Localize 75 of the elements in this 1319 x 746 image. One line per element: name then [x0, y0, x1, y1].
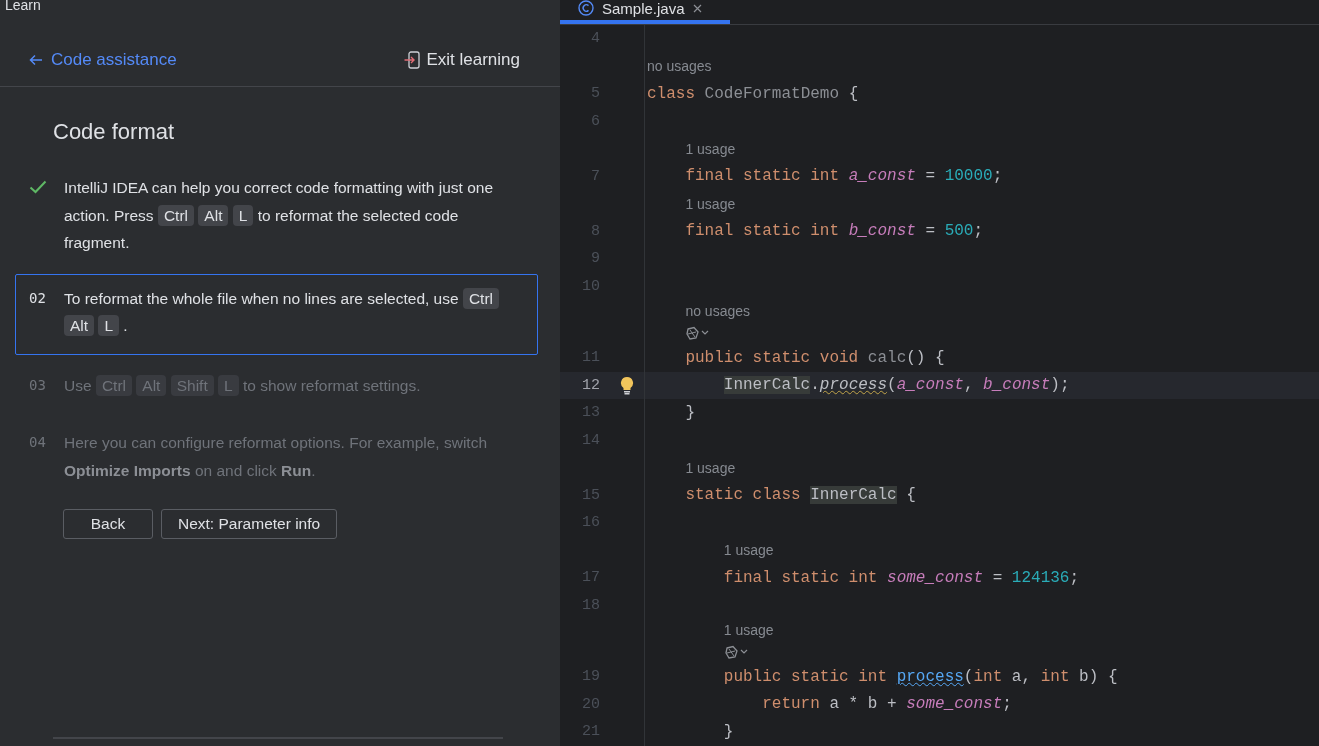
code-text: () { — [906, 348, 945, 367]
ai-assistant-dropdown-icon[interactable] — [723, 645, 748, 659]
code-text: ; — [1002, 695, 1012, 714]
code-number: 10000 — [944, 167, 993, 186]
code-field: some_const — [906, 695, 1003, 714]
code-number: 124136 — [1011, 568, 1070, 587]
usage-hint[interactable]: no usages — [685, 303, 750, 319]
exit-learning-button[interactable]: Exit learning — [404, 50, 520, 70]
code-text: ); — [1050, 376, 1070, 395]
code-keyword: int — [1040, 667, 1071, 686]
code-text: ; — [1069, 568, 1080, 587]
code-identifier: InnerCalc — [810, 486, 897, 505]
code-keyword: public static void — [685, 348, 860, 367]
code-text: b) { — [1079, 667, 1118, 686]
code-text: = — [991, 568, 1004, 587]
exit-icon — [404, 51, 421, 69]
code-field: some_const — [887, 568, 984, 587]
code-text: { — [905, 486, 916, 505]
usage-hint[interactable]: 1 usage — [685, 459, 736, 476]
code-text: ; — [973, 222, 984, 241]
code-text: } — [685, 403, 695, 422]
code-field: a_const — [896, 376, 964, 395]
code-text: ( — [963, 667, 974, 686]
file-tab[interactable]: Sample.java — [560, 0, 730, 24]
code-text: a * b + — [829, 695, 898, 714]
code-field: a_const — [848, 167, 916, 186]
code-keyword: final static int — [685, 222, 840, 241]
code-keyword: public static int — [723, 667, 889, 686]
lightbulb-icon[interactable] — [620, 375, 634, 395]
code-text: } — [723, 722, 734, 741]
code-identifier: CodeFormatDemo — [704, 84, 840, 103]
code-identifier: InnerCalc — [723, 376, 811, 395]
code-text: { — [847, 84, 859, 103]
line-number: 12 — [581, 376, 600, 394]
code-method-call: process — [819, 376, 888, 395]
usage-hint[interactable]: no usages — [647, 58, 712, 75]
lesson-title: Code format — [53, 119, 176, 145]
usage-hint[interactable]: 1 usage — [723, 542, 774, 559]
step-text: IntelliJ IDEA can help you correct code formatting with just one action. Press Ctrl Alt L to reformat the selected code fragment. — [64, 178, 495, 253]
code-text: a, — [1011, 667, 1033, 686]
code-keyword: final static int — [723, 568, 879, 587]
back-arrow-icon — [29, 54, 43, 66]
next-button[interactable]: Next: Parameter info — [161, 509, 338, 539]
code-keyword: class — [647, 84, 696, 103]
code-keyword: return — [762, 695, 821, 714]
code-keyword: int — [973, 667, 1004, 686]
back-button[interactable]: Back — [63, 509, 153, 539]
code-text: ( — [887, 376, 897, 395]
code-text: . — [810, 376, 820, 395]
code-identifier: calc — [867, 348, 907, 367]
step-text: Use Ctrl Alt Shift L to show reformat settings. — [64, 373, 422, 398]
code-text: = — [924, 222, 937, 241]
step-text: Here you can configure reformat options. For example, switch Optimize Imports on and click Run. — [64, 433, 488, 481]
class-file-icon — [578, 0, 594, 16]
usage-hint[interactable]: 1 usage — [685, 140, 736, 157]
code-number: 500 — [944, 222, 974, 241]
code-field: b_const — [983, 376, 1051, 395]
checkmark-icon — [29, 180, 47, 194]
code-keyword: static class — [685, 486, 802, 505]
usage-hint[interactable]: 1 usage — [723, 622, 774, 638]
back-link[interactable]: Code assistance — [29, 50, 177, 70]
code-method-name: process — [896, 667, 964, 686]
panel-title: Learn — [4, 0, 42, 10]
step-number: 03 — [29, 375, 46, 395]
code-keyword: final static int — [685, 167, 840, 186]
usage-hint[interactable]: 1 usage — [685, 195, 736, 212]
ai-assistant-dropdown-icon[interactable] — [685, 326, 710, 340]
step-number: 04 — [29, 433, 46, 452]
code-text: = — [924, 167, 937, 186]
code-text: ; — [992, 167, 1003, 186]
close-icon[interactable] — [692, 3, 702, 13]
step-number: 02 — [29, 288, 46, 308]
step-text: To reformat the whole file when no lines are selected, use Ctrl Alt L . — [64, 284, 521, 340]
code-field: b_const — [848, 222, 916, 241]
code-text: , — [963, 376, 975, 395]
